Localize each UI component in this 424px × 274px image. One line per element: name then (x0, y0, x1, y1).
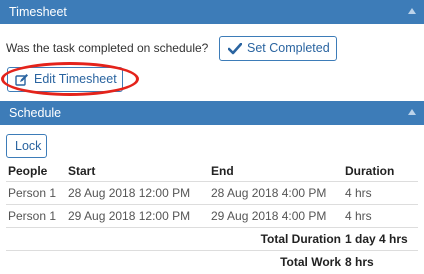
total-duration-value: 1 day 4 hrs (343, 227, 418, 251)
total-work-value: 8 hrs (343, 250, 418, 273)
column-header-start: Start (68, 164, 96, 178)
collapse-arrow-icon[interactable] (408, 8, 416, 14)
cell-duration: 4 hrs (343, 181, 418, 205)
total-duration-row: Total Duration 1 day 4 hrs (6, 227, 418, 251)
schedule-table: People Start End Duration Person 1 28 Au… (6, 161, 418, 273)
total-duration-label: Total Duration (6, 227, 343, 251)
cell-end: 28 Aug 2018 4:00 PM (209, 181, 343, 205)
set-completed-label: Set Completed (247, 41, 330, 55)
column-header-end: End (211, 164, 234, 178)
table-row: Person 1 28 Aug 2018 12:00 PM 28 Aug 201… (6, 181, 418, 205)
checkmark-icon (228, 43, 242, 55)
cell-end: 29 Aug 2018 4:00 PM (209, 204, 343, 228)
schedule-panel-header[interactable]: Schedule (0, 101, 424, 125)
cell-start: 29 Aug 2018 12:00 PM (66, 204, 209, 228)
total-work-label: Total Work (6, 250, 343, 273)
column-header-people: People (8, 164, 48, 178)
cell-people: Person 1 (6, 181, 66, 205)
table-header-row: People Start End Duration (6, 161, 418, 182)
cell-start: 28 Aug 2018 12:00 PM (66, 181, 209, 205)
set-completed-button[interactable]: Set Completed (219, 36, 337, 61)
total-work-row: Total Work 8 hrs (6, 250, 418, 273)
cell-duration: 4 hrs (343, 204, 418, 228)
table-row: Person 1 29 Aug 2018 12:00 PM 29 Aug 201… (6, 204, 418, 228)
schedule-panel-title: Schedule (9, 106, 62, 120)
lock-button[interactable]: Lock (6, 134, 47, 158)
column-header-duration: Duration (345, 164, 395, 178)
collapse-arrow-icon[interactable] (408, 109, 416, 115)
timesheet-panel-title: Timesheet (9, 5, 67, 19)
schedule-question: Was the task completed on schedule? (6, 41, 209, 55)
lock-label: Lock (15, 139, 42, 153)
cell-people: Person 1 (6, 204, 66, 228)
red-annotation-circle (1, 62, 139, 96)
timesheet-panel-header[interactable]: Timesheet (0, 0, 424, 24)
